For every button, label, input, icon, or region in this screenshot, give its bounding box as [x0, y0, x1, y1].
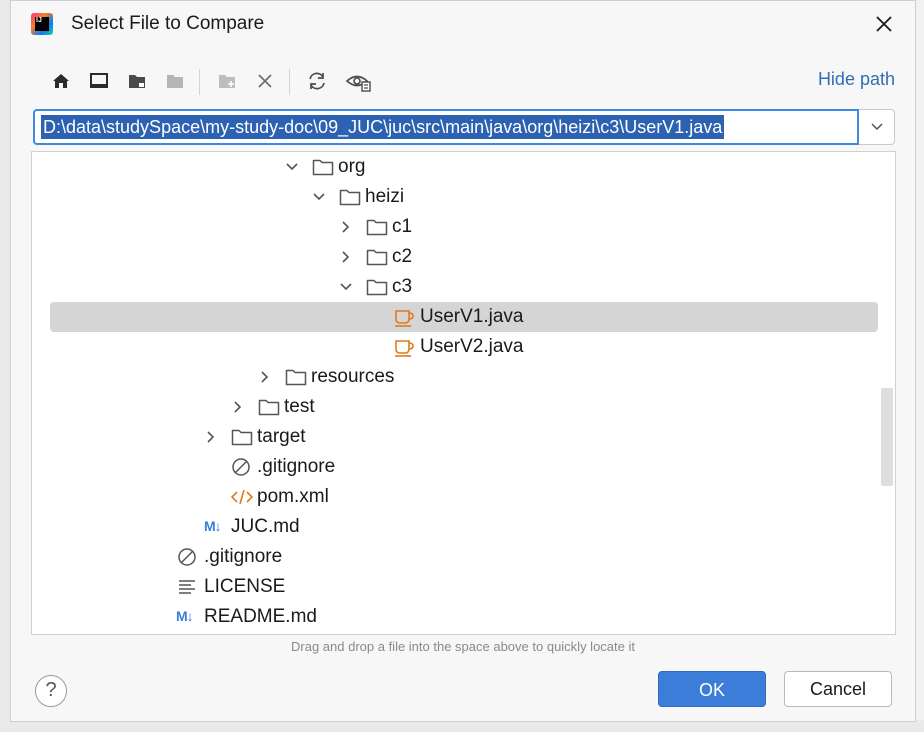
tree-row[interactable]: resources — [32, 362, 895, 392]
tree-row[interactable]: M↓ JUC.md — [32, 512, 895, 542]
path-input[interactable]: D:\data\studySpace\my-study-doc\09_JUC\j… — [33, 109, 859, 145]
tree-row-label: .gitignore — [204, 546, 283, 567]
chevron-right-icon[interactable] — [338, 219, 354, 235]
show-hidden-icon — [345, 75, 371, 92]
text-file-icon — [179, 580, 195, 594]
tree-row[interactable]: .gitignore — [32, 542, 895, 572]
java-file-icon — [395, 310, 414, 327]
folder-icon — [258, 399, 280, 416]
close-button[interactable] — [869, 9, 899, 39]
tree-row-label: c2 — [392, 246, 413, 267]
tree-row-label: README.md — [204, 606, 317, 627]
path-text: D:\data\studySpace\my-study-doc\09_JUC\j… — [41, 115, 725, 139]
java-file-icon — [395, 340, 414, 357]
ok-button[interactable]: OK — [658, 671, 766, 707]
hide-path-link[interactable]: Hide path — [818, 69, 895, 90]
refresh-icon — [309, 72, 325, 90]
tree-row-label: org — [338, 156, 366, 177]
tree-row[interactable]: c2 — [32, 242, 895, 272]
tree-row[interactable]: LICENSE — [32, 572, 895, 602]
new-folder-button[interactable] — [213, 67, 241, 95]
folder-icon — [312, 159, 334, 176]
tree-row[interactable]: .gitignore — [32, 452, 895, 482]
folder-icon — [285, 369, 307, 386]
tree-row[interactable]: org — [32, 152, 895, 182]
delete-icon — [258, 74, 272, 88]
tree-row[interactable]: pom.xml — [32, 482, 895, 512]
path-combobox: D:\data\studySpace\my-study-doc\09_JUC\j… — [33, 109, 895, 145]
tree-scrollbar[interactable] — [881, 388, 893, 486]
module-button[interactable] — [161, 67, 189, 95]
ignore-file-icon — [178, 548, 196, 566]
tree-row[interactable]: M↓ README.md — [32, 602, 895, 632]
ignore-file-icon — [232, 458, 250, 476]
delete-button[interactable] — [251, 67, 279, 95]
help-button[interactable]: ? — [35, 675, 67, 707]
folder-icon — [366, 219, 388, 236]
tree-row-label: UserV1.java — [420, 306, 524, 327]
markdown-file-icon: M↓ — [204, 518, 222, 534]
home-icon — [53, 74, 69, 88]
select-file-dialog: IJ Select File to Compare Hide path D:\d… — [10, 0, 916, 722]
dialog-title: Select File to Compare — [71, 13, 265, 34]
folder-icon — [366, 249, 388, 266]
file-tree[interactable]: org heizi c1 c2 c3 UserV1.java UserV2.ja… — [31, 151, 896, 635]
tree-row-label: LICENSE — [204, 576, 286, 597]
tree-row[interactable]: UserV2.java — [32, 332, 895, 362]
toolbar-separator — [199, 69, 200, 95]
drag-drop-hint: Drag and drop a file into the space abov… — [291, 639, 635, 654]
close-icon — [876, 16, 892, 32]
tree-row-label: heizi — [365, 186, 405, 207]
tree-row-label: target — [257, 426, 306, 447]
folder-icon — [366, 279, 388, 296]
chevron-down-icon[interactable] — [338, 279, 354, 295]
show-hidden-button[interactable] — [341, 67, 375, 95]
markdown-file-icon: M↓ — [176, 608, 194, 624]
title-bar: IJ Select File to Compare — [11, 1, 915, 49]
tree-row-label: .gitignore — [257, 456, 336, 477]
intellij-logo-icon: IJ — [31, 13, 53, 35]
cancel-button[interactable]: Cancel — [784, 671, 892, 707]
folder-icon — [339, 189, 361, 206]
chevron-down-icon — [870, 123, 883, 131]
path-history-dropdown[interactable] — [859, 109, 895, 145]
chevron-right-icon[interactable] — [230, 399, 246, 415]
tree-row[interactable]: c3 — [32, 272, 895, 302]
tree-row[interactable]: test — [32, 392, 895, 422]
chevron-down-icon[interactable] — [311, 189, 327, 205]
tree-row[interactable]: target — [32, 422, 895, 452]
tree-row-label: pom.xml — [257, 486, 329, 507]
tree-row-label: c3 — [392, 276, 413, 297]
tree-row-label: JUC.md — [231, 516, 300, 537]
new-folder-icon — [219, 75, 235, 88]
folder-icon — [231, 429, 253, 446]
tree-row[interactable]: c1 — [32, 212, 895, 242]
project-folder-icon — [129, 75, 145, 88]
desktop-button[interactable] — [85, 67, 113, 95]
chevron-down-icon[interactable] — [284, 159, 300, 175]
refresh-button[interactable] — [303, 67, 331, 95]
tree-row-label: test — [284, 396, 315, 417]
tree-row-label: c1 — [392, 216, 413, 237]
tree-row-label: resources — [311, 366, 395, 387]
tree-row-label: UserV2.java — [420, 336, 524, 357]
toolbar-separator — [289, 69, 290, 95]
project-button[interactable] — [123, 67, 151, 95]
tree-row[interactable]: heizi — [32, 182, 895, 212]
home-button[interactable] — [47, 67, 75, 95]
module-folder-icon — [167, 75, 183, 88]
xml-file-icon — [231, 489, 253, 505]
desktop-icon — [90, 73, 108, 88]
tree-row-selected[interactable]: UserV1.java — [32, 302, 895, 332]
chevron-right-icon[interactable] — [338, 249, 354, 265]
chevron-right-icon[interactable] — [257, 369, 273, 385]
chevron-right-icon[interactable] — [203, 429, 219, 445]
